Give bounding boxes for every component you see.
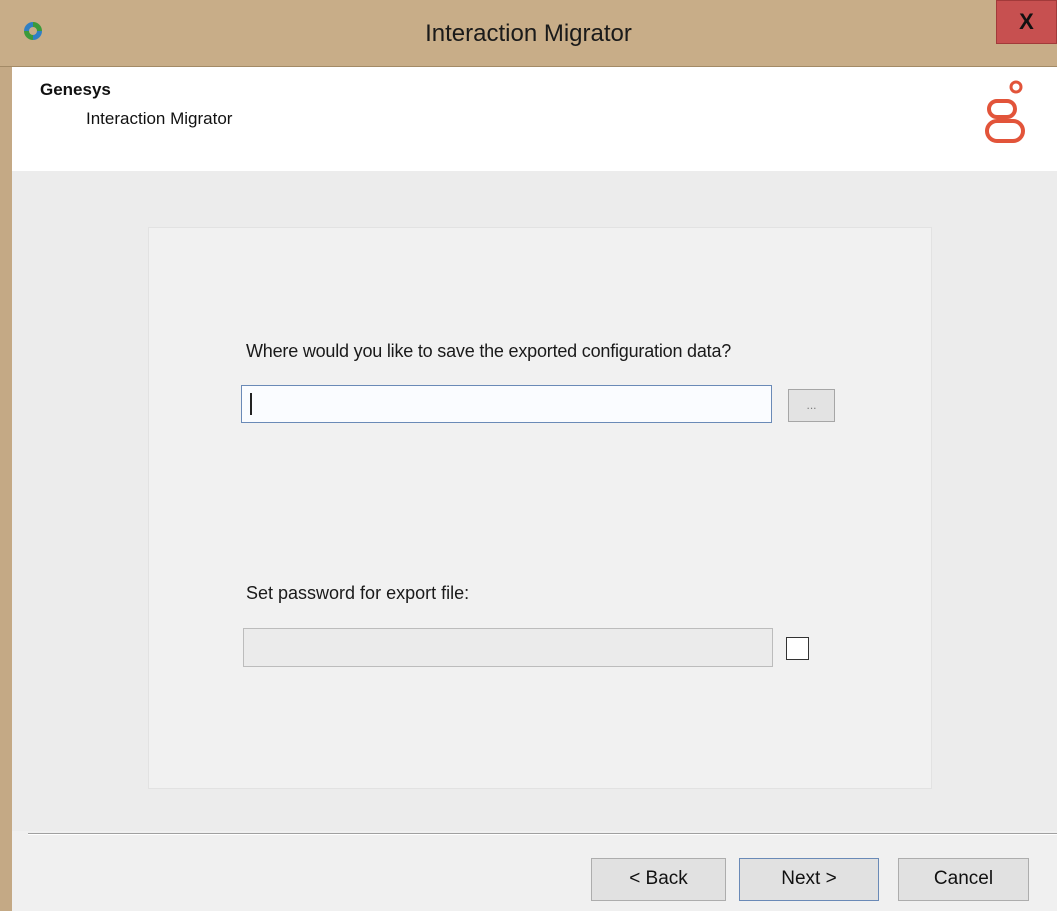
window-title: Interaction Migrator: [425, 20, 632, 47]
genesys-logo-icon: [985, 80, 1025, 143]
next-button[interactable]: Next >: [739, 858, 879, 901]
browse-button[interactable]: ...: [788, 389, 835, 422]
export-panel: [148, 227, 932, 789]
close-icon: X: [1019, 9, 1034, 34]
product-name: Interaction Migrator: [86, 109, 233, 128]
wizard-window: Interaction Migrator X Genesys Interacti…: [0, 0, 1057, 911]
wizard-header: Genesys Interaction Migrator: [12, 67, 1057, 171]
window-frame: [0, 0, 12, 911]
close-button[interactable]: X: [996, 0, 1057, 44]
back-button[interactable]: < Back: [591, 858, 726, 901]
password-checkbox[interactable]: [786, 637, 809, 660]
footer-divider-highlight: [28, 834, 1057, 835]
cancel-button[interactable]: Cancel: [898, 858, 1029, 901]
wizard-content: [12, 171, 1057, 831]
export-path-label: Where would you like to save the exporte…: [246, 341, 732, 361]
password-input[interactable]: [243, 628, 773, 667]
company-name: Genesys: [40, 80, 111, 99]
export-path-input[interactable]: [241, 385, 772, 423]
password-label: Set password for export file:: [246, 583, 470, 603]
text-caret: [250, 393, 252, 415]
title-bar[interactable]: Interaction Migrator X: [0, 0, 1057, 67]
